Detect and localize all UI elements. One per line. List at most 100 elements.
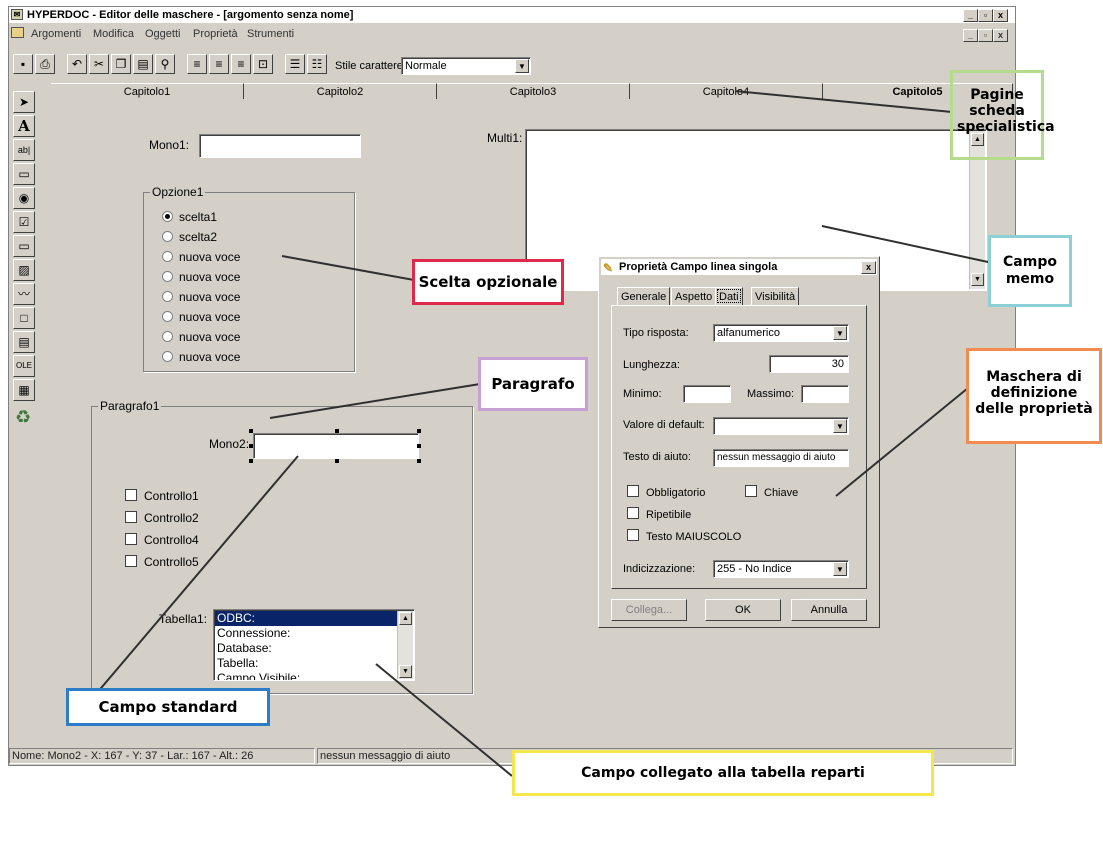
minimize-button[interactable]: _ xyxy=(963,9,978,22)
default-select[interactable]: ▼ xyxy=(713,417,849,435)
checkbox-item[interactable]: Controllo1 xyxy=(125,485,199,507)
annotation-standard: Campo standard xyxy=(66,688,270,726)
doc-close-button[interactable]: x xyxy=(993,29,1008,42)
ok-button[interactable]: OK xyxy=(705,599,781,621)
chiave-checkbox[interactable]: Chiave xyxy=(745,485,798,499)
signature-tool-icon[interactable]: 〰 xyxy=(13,283,35,305)
recycle-bin-icon[interactable]: ♻ xyxy=(15,407,33,429)
obbligatorio-checkbox[interactable]: Obbligatorio xyxy=(627,485,705,499)
lock-icon[interactable]: ⊡ xyxy=(253,54,273,74)
menu-modifica[interactable]: Modifica xyxy=(93,28,134,40)
massimo-field[interactable] xyxy=(801,385,849,403)
undo-icon[interactable]: ↶ xyxy=(67,54,87,74)
collega-button[interactable]: Collega... xyxy=(611,599,687,621)
image-tool-icon[interactable]: ▨ xyxy=(13,259,35,281)
menu-oggetti[interactable]: Oggetti xyxy=(145,28,180,40)
tab-capitolo3[interactable]: Capitolo3 xyxy=(437,83,630,99)
list-item[interactable]: Tabella: xyxy=(215,656,398,671)
doc-minimize-button[interactable]: _ xyxy=(963,29,978,42)
close-button[interactable]: x xyxy=(993,9,1008,22)
radio-option[interactable]: nuova voce xyxy=(162,267,240,287)
selection-handle[interactable] xyxy=(249,444,253,448)
properties-icon[interactable]: ☰ xyxy=(285,54,305,74)
maiuscolo-checkbox[interactable]: Testo MAIUSCOLO xyxy=(627,529,741,543)
menu-proprieta[interactable]: Proprietà xyxy=(193,28,238,40)
radio-option[interactable]: scelta1 xyxy=(162,207,240,227)
find-icon[interactable]: ⚲ xyxy=(155,54,175,74)
selection-handle[interactable] xyxy=(249,429,253,433)
paste-icon[interactable]: ▤ xyxy=(133,54,153,74)
dialog-close-button[interactable]: x xyxy=(861,261,876,274)
cut-icon[interactable]: ✂ xyxy=(89,54,109,74)
lunghezza-field[interactable]: 30 xyxy=(769,355,849,373)
ole-tool-icon[interactable]: OLE xyxy=(13,355,35,377)
paragrafo1-title: Paragrafo1 xyxy=(98,399,162,413)
frame-tool-icon[interactable]: ▭ xyxy=(13,235,35,257)
list-tool-icon[interactable]: ▤ xyxy=(13,331,35,353)
aiuto-field[interactable]: nessun messaggio di aiuto xyxy=(713,449,849,467)
align-left-icon[interactable]: ≡ xyxy=(187,54,207,74)
list-item[interactable]: Connessione: xyxy=(215,626,398,641)
tab-capitolo2[interactable]: Capitolo2 xyxy=(244,83,437,99)
radio-option[interactable]: nuova voce xyxy=(162,307,240,327)
menu-strumenti[interactable]: Strumenti xyxy=(247,28,294,40)
save-icon[interactable]: ▪ xyxy=(13,54,33,74)
radio-option[interactable]: scelta2 xyxy=(162,227,240,247)
tab-aspetto[interactable]: Aspetto xyxy=(671,287,717,305)
checkbox-item[interactable]: Controllo5 xyxy=(125,551,199,573)
list-item[interactable]: Database: xyxy=(215,641,398,656)
properties2-icon[interactable]: ☷ xyxy=(307,54,327,74)
memo-tool-icon[interactable]: ▭ xyxy=(13,163,35,185)
scroll-up-icon[interactable]: ▲ xyxy=(399,612,412,625)
selection-handle[interactable] xyxy=(335,429,339,433)
radio-option[interactable]: nuova voce xyxy=(162,287,240,307)
restore-button[interactable]: ▫ xyxy=(978,9,993,22)
radio-option[interactable]: nuova voce xyxy=(162,327,240,347)
list-item[interactable]: Campo Visibile: xyxy=(215,671,398,680)
scroll-down-icon[interactable]: ▼ xyxy=(971,273,984,286)
selection-handle[interactable] xyxy=(417,429,421,433)
tab-capitolo4[interactable]: Capitolo4 xyxy=(630,83,823,99)
scroll-down-icon[interactable]: ▼ xyxy=(399,665,412,678)
blank-tool-icon[interactable]: □ xyxy=(13,307,35,329)
checkbox-tool-icon[interactable]: ☑ xyxy=(13,211,35,233)
tab-dati[interactable]: Dati xyxy=(715,287,743,305)
minimo-field[interactable] xyxy=(683,385,731,403)
radio-label: nuova voce xyxy=(179,330,241,344)
tab-visibilita[interactable]: Visibilità xyxy=(751,287,800,305)
selection-handle[interactable] xyxy=(249,459,253,463)
checkbox-item[interactable]: Controllo2 xyxy=(125,507,199,529)
mono1-field[interactable] xyxy=(199,134,361,158)
tipo-risposta-select[interactable]: alfanumerico ▼ xyxy=(713,324,849,342)
menu-argomenti[interactable]: Argomenti xyxy=(31,28,81,40)
pointer-icon[interactable]: ➤ xyxy=(13,91,35,113)
text-tool-icon[interactable]: A xyxy=(13,115,35,137)
tabella1-list[interactable]: ODBC: Connessione: Database: Tabella: Campo … xyxy=(213,609,415,681)
field-tool-icon[interactable]: ab| xyxy=(13,139,35,161)
print-icon[interactable]: ⎙ xyxy=(35,54,55,74)
radio-option[interactable]: nuova voce xyxy=(162,247,240,267)
dialog-title-bar: ✎ Proprietà Campo linea singola x xyxy=(601,259,877,275)
annotation-standard-text: Campo standard xyxy=(98,698,238,716)
align-right-icon[interactable]: ≡ xyxy=(231,54,251,74)
copy-icon[interactable]: ❐ xyxy=(111,54,131,74)
doc-restore-button[interactable]: ▫ xyxy=(978,29,993,42)
grid-tool-icon[interactable]: ▦ xyxy=(13,379,35,401)
radio-option[interactable]: nuova voce xyxy=(162,347,240,367)
selection-handle[interactable] xyxy=(335,459,339,463)
annulla-button[interactable]: Annulla xyxy=(791,599,867,621)
tab-capitolo1[interactable]: Capitolo1 xyxy=(51,83,244,99)
checkbox-item[interactable]: Controllo4 xyxy=(125,529,199,551)
selection-handle[interactable] xyxy=(417,459,421,463)
tabella-scrollbar[interactable]: ▲ ▼ xyxy=(397,611,413,679)
radio-tool-icon[interactable]: ◉ xyxy=(13,187,35,209)
tab-generale[interactable]: Generale xyxy=(617,287,671,305)
align-center-icon[interactable]: ≡ xyxy=(209,54,229,74)
tabella-items: ODBC: Connessione: Database: Tabella: Campo … xyxy=(215,611,398,680)
ripetibile-checkbox[interactable]: Ripetibile xyxy=(627,507,691,521)
list-item[interactable]: ODBC: xyxy=(215,611,398,626)
indicizzazione-select[interactable]: 255 - No Indice ▼ xyxy=(713,560,849,578)
mono2-field[interactable] xyxy=(253,433,419,459)
style-select[interactable]: Normale ▼ xyxy=(401,57,531,75)
selection-handle[interactable] xyxy=(417,444,421,448)
